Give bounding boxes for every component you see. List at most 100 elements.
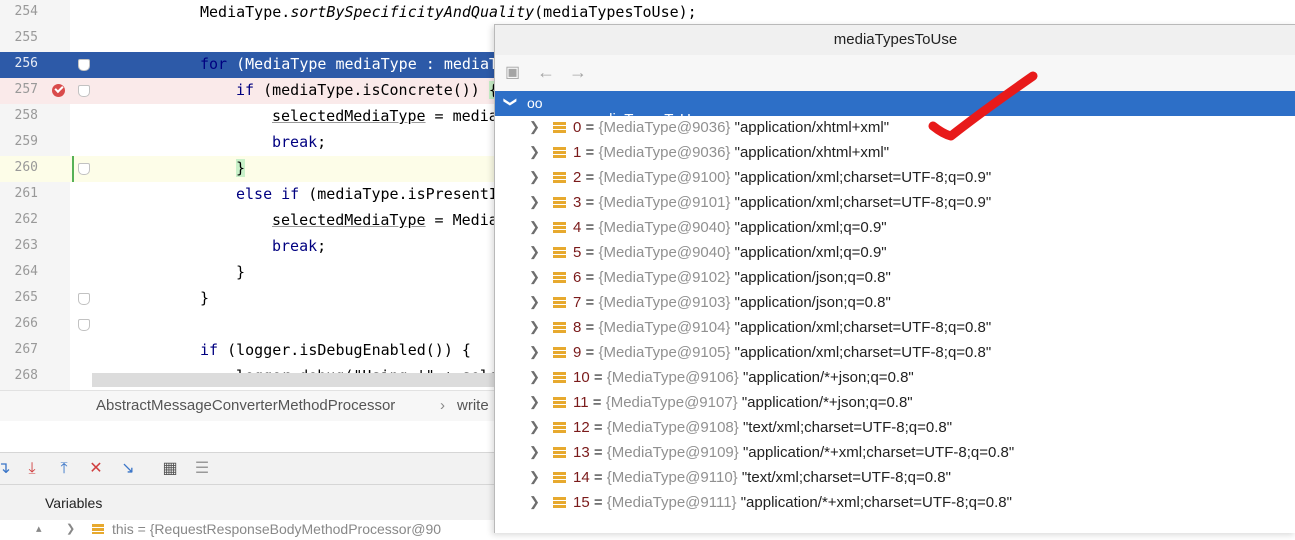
chevron-right-icon[interactable]: ❯ [529,419,540,435]
line-number[interactable]: 259 [8,134,38,149]
fold-icon[interactable] [78,85,90,97]
field-icon [553,447,566,458]
tree-root[interactable]: ❯ oo mediaTypesToUse = {ArrayList@9029} … [495,91,1295,162]
tree-item[interactable]: ❯ 3 = {MediaType@9101} "application/xml;c… [495,191,1295,216]
tree-item[interactable]: ❯ 7 = {MediaType@9103} "application/json;… [495,291,1295,316]
line-number[interactable]: 263 [8,238,38,253]
field-icon [553,397,566,408]
chevron-right-icon[interactable]: ❯ [529,144,540,160]
step-out-icon[interactable]: ⤒ [54,459,74,479]
step-into-icon[interactable]: ⤓ [22,459,42,479]
item-ref: {MediaType@9040} [598,244,731,261]
evaluate-icon[interactable]: ▦ [160,459,180,479]
tree-item[interactable]: ❯ 0 = {MediaType@9036} "application/xhtml… [495,116,1295,141]
horizontal-scrollbar[interactable] [92,373,502,387]
breakpoint-icon[interactable] [52,84,65,97]
line-number[interactable]: 264 [8,264,38,279]
run-to-cursor-icon[interactable]: ↘ [118,459,138,479]
code-token: else if [236,185,309,203]
chevron-right-icon[interactable]: ❯ [529,169,540,185]
change-marker [72,156,74,182]
chevron-right-icon[interactable]: ❯ [529,269,540,285]
fold-icon[interactable] [78,163,90,175]
chevron-right-icon[interactable]: ❯ [529,219,540,235]
line-number[interactable]: 265 [8,290,38,305]
chevron-right-icon[interactable]: ❯ [529,294,540,310]
step-over-icon[interactable]: ↴ [0,459,14,479]
item-value: "application/xml;charset=UTF-8;q=0.9" [734,194,992,211]
code-token: break [272,237,318,255]
code-token: } [236,159,246,177]
item-ref: {MediaType@9109} [606,444,739,461]
tree-item[interactable]: ❯ 6 = {MediaType@9102} "application/json;… [495,266,1295,291]
fold-icon[interactable] [78,319,90,331]
tree-item[interactable]: ❯ 15 = {MediaType@9111} "application/*+xm… [495,491,1295,516]
tree-item[interactable]: ❯ 2 = {MediaType@9100} "application/xml;c… [495,166,1295,191]
forward-icon[interactable]: → [569,62,587,83]
item-value: "text/xml;charset=UTF-8;q=0.8" [742,419,953,436]
code-token: = media [425,107,498,125]
item-index: 11 [573,394,589,411]
line-number[interactable]: 267 [8,342,38,357]
field-icon [553,222,566,233]
line-number[interactable]: 255 [8,30,38,45]
tree-item[interactable]: ❯ 4 = {MediaType@9040} "application/xml;q… [495,216,1295,241]
breadcrumb-class[interactable]: AbstractMessageConverterMethodProcessor [96,397,395,414]
tree-item[interactable]: ❯ 11 = {MediaType@9107} "application/*+js… [495,391,1295,416]
chevron-right-icon[interactable]: ❯ [529,394,540,410]
item-index: 10 [573,369,590,386]
line-number[interactable]: 268 [8,368,38,383]
item-ref: {MediaType@9107} [605,394,738,411]
tree-item[interactable]: ❯ 10 = {MediaType@9106} "application/*+js… [495,366,1295,391]
line-number[interactable]: 260 [8,160,38,175]
field-icon [553,172,566,183]
item-value: "application/json;q=0.8" [734,269,891,286]
code-line[interactable]: 254 MediaType.sortBySpecificityAndQuality… [0,0,1295,26]
chevron-right-icon[interactable]: ❯ [529,319,540,335]
code-text: MediaType.sortBySpecificityAndQuality(me… [200,3,697,21]
tree-item[interactable]: ❯ 5 = {MediaType@9040} "application/xml;q… [495,241,1295,266]
evaluate-popup[interactable]: mediaTypesToUse ▣ ← → ❯ oo mediaTypesToU… [494,24,1295,533]
chevron-down-icon[interactable]: ❯ [502,97,518,108]
chevron-right-icon[interactable]: ❯ [529,244,540,260]
back-icon[interactable]: ← [537,62,555,83]
chevron-right-icon[interactable]: ❯ [529,194,540,210]
tree-item[interactable]: ❯ 12 = {MediaType@9108} "text/xml;charset… [495,416,1295,441]
chevron-right-icon[interactable]: ❯ [529,369,540,385]
line-number[interactable]: 266 [8,316,38,331]
pin-icon[interactable]: ▣ [505,62,520,82]
fold-icon[interactable] [78,293,90,305]
tree-item[interactable]: ❯ 1 = {MediaType@9036} "application/xhtml… [495,141,1295,166]
fold-icon[interactable] [78,59,90,71]
tree-item[interactable]: ❯ 9 = {MediaType@9105} "application/xml;c… [495,341,1295,366]
chevron-right-icon[interactable]: ❯ [529,119,540,135]
code-text: else if (mediaType.isPresentI [236,185,498,203]
chevron-right-icon[interactable]: ❯ [66,522,75,535]
line-number[interactable]: 262 [8,212,38,227]
chevron-right-icon[interactable]: ❯ [529,469,540,485]
chevron-right-icon[interactable]: ❯ [529,444,540,460]
line-number[interactable]: 256 [8,56,38,71]
item-index: 14 [573,469,590,486]
expand-icon[interactable]: ▴ [36,522,42,535]
item-value: "application/xhtml+xml" [734,119,890,136]
tree-item[interactable]: ❯ 8 = {MediaType@9104} "application/xml;c… [495,316,1295,341]
item-ref: {MediaType@9105} [598,344,731,361]
chevron-right-icon[interactable]: ❯ [529,494,540,510]
field-icon [553,197,566,208]
line-number[interactable]: 261 [8,186,38,201]
code-text: } [200,289,209,307]
chevron-right-icon[interactable]: ❯ [529,344,540,360]
line-number[interactable]: 257 [8,82,38,97]
code-token: (mediaType.isPresentI [308,185,498,203]
tree-item[interactable]: ❯ 13 = {MediaType@9109} "application/*+xm… [495,441,1295,466]
item-value: "application/xhtml+xml" [734,144,890,161]
item-ref: {MediaType@9040} [598,219,731,236]
line-number[interactable]: 254 [8,4,38,19]
drop-frame-icon[interactable]: ✕ [86,459,106,479]
variables-tab[interactable]: Variables [45,495,102,511]
breadcrumb-method[interactable]: write [457,397,489,414]
trace-icon[interactable]: ☰ [192,459,212,479]
line-number[interactable]: 258 [8,108,38,123]
tree-item[interactable]: ❯ 14 = {MediaType@9110} "text/xml;charset… [495,466,1295,491]
